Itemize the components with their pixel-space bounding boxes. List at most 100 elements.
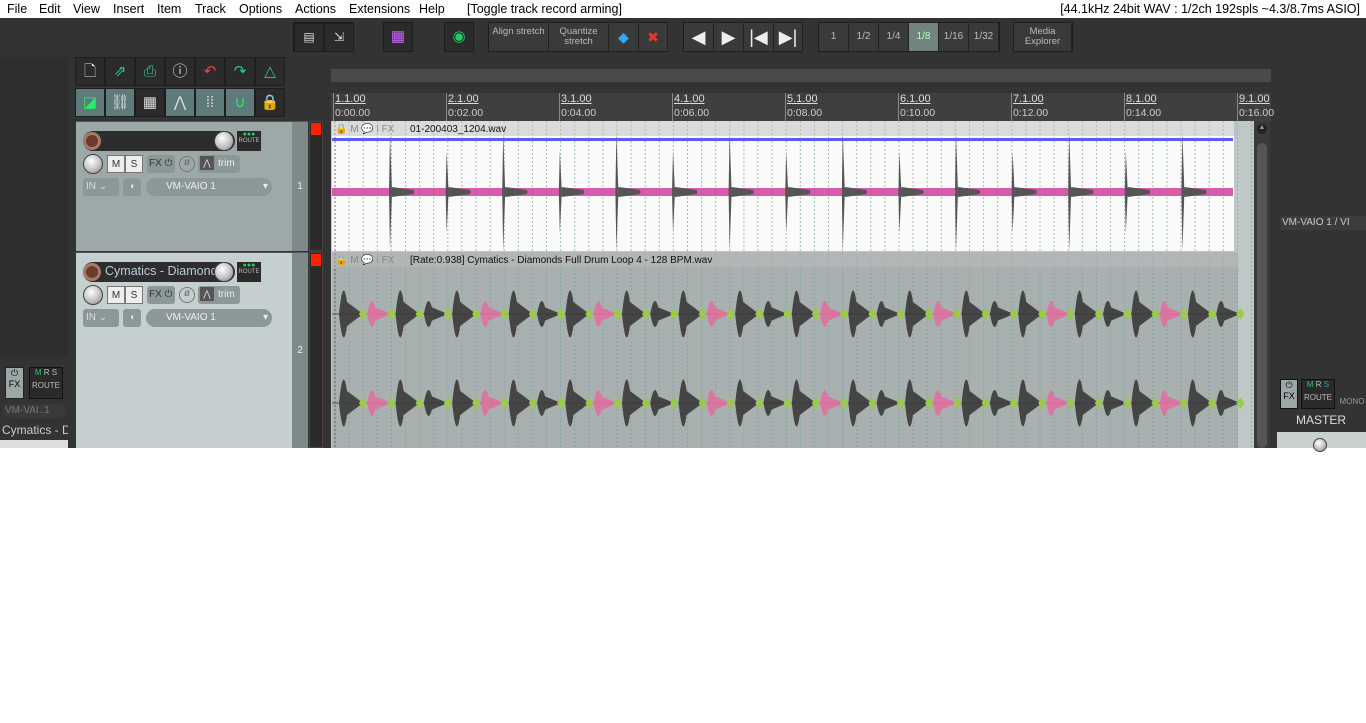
mixer-route-button[interactable]: M R S ROUTE bbox=[29, 367, 63, 399]
scroll-up-icon[interactable]: ▲ bbox=[1257, 124, 1267, 134]
master-label: MASTER bbox=[1295, 413, 1346, 427]
color-tracks-icon[interactable]: ▦ bbox=[383, 22, 413, 52]
menu-edit[interactable]: Edit bbox=[39, 2, 61, 16]
volume-knob[interactable] bbox=[214, 131, 234, 151]
pan-knob[interactable] bbox=[83, 285, 103, 305]
track-name-field[interactable] bbox=[83, 131, 235, 151]
mixer-fader-area[interactable] bbox=[0, 440, 68, 448]
grid-division-button[interactable]: 1/16 bbox=[939, 23, 969, 51]
mixer-fx-button[interactable]: ⏻ FX bbox=[5, 367, 24, 399]
grid-division-button[interactable]: 1 bbox=[819, 23, 849, 51]
record-arm-button[interactable] bbox=[83, 263, 101, 281]
monitor-icon[interactable]: ◖ bbox=[123, 178, 141, 196]
track-number[interactable]: 2 bbox=[292, 252, 308, 448]
master-volume-knob[interactable] bbox=[1313, 438, 1327, 452]
auto-crossfade-icon[interactable]: ◪ bbox=[75, 88, 105, 117]
clip-indicator[interactable] bbox=[311, 254, 321, 266]
output-select[interactable]: VM-VAIO 1 ▾ bbox=[146, 309, 272, 327]
menu-help[interactable]: Help bbox=[419, 2, 445, 16]
envelope-visibility-icon[interactable]: ◉ bbox=[444, 22, 474, 52]
grid-division-button[interactable]: 1/4 bbox=[879, 23, 909, 51]
menu-item[interactable]: Item bbox=[157, 2, 181, 16]
open-project-icon[interactable]: ⇗ bbox=[105, 57, 135, 86]
route-button[interactable]: ●●● ROUTE bbox=[237, 131, 261, 151]
master-mono-button[interactable]: MONO bbox=[1338, 379, 1366, 409]
grid-division-button[interactable]: 1/8 bbox=[909, 23, 939, 51]
phase-icon[interactable]: ø bbox=[179, 156, 195, 172]
item-grouping-icon[interactable]: ▦ bbox=[135, 88, 165, 117]
fx-button[interactable]: FX ⏻ bbox=[147, 286, 175, 304]
record-arm-button[interactable] bbox=[83, 132, 101, 150]
lock-icon[interactable]: 🔒 bbox=[255, 88, 285, 117]
align-stretch-button[interactable]: Align stretch bbox=[489, 23, 549, 51]
track-manager-icon[interactable]: ▤ bbox=[294, 23, 324, 52]
grid-division-button[interactable]: 1/32 bbox=[969, 23, 999, 51]
power-icon: ⏻ bbox=[10, 368, 19, 378]
scroll-thumb[interactable] bbox=[1257, 143, 1267, 448]
menu-extensions[interactable]: Extensions bbox=[349, 2, 410, 16]
input-select[interactable]: IN ⌄ bbox=[83, 178, 119, 196]
redo-icon[interactable]: ↷ bbox=[225, 57, 255, 86]
stretch-marker-add-icon[interactable]: ◆ bbox=[609, 23, 639, 51]
power-icon: ⏻ bbox=[164, 289, 173, 300]
menu-insert[interactable]: Insert bbox=[113, 2, 144, 16]
solo-button[interactable]: S bbox=[125, 286, 143, 304]
arrange-scrollbar-top[interactable] bbox=[331, 69, 1271, 82]
menu-track[interactable]: Track bbox=[195, 2, 226, 16]
track-name-field[interactable]: Cymatics - Diamonc bbox=[83, 262, 235, 282]
output-select[interactable]: VM-VAIO 1 ▾ bbox=[146, 178, 272, 196]
save-project-icon[interactable]: ⎙ bbox=[135, 57, 165, 86]
menu-file[interactable]: File bbox=[7, 2, 27, 16]
menu-actions[interactable]: Actions bbox=[295, 2, 336, 16]
grid-icon[interactable]: ⁞⁞ bbox=[195, 88, 225, 117]
envelope-points-move-icon[interactable]: ⋀ bbox=[165, 88, 195, 117]
monitor-icon[interactable]: ◖ bbox=[123, 309, 141, 327]
pan-knob[interactable] bbox=[83, 154, 103, 174]
ripple-edit-icon[interactable]: ⛓ bbox=[105, 88, 135, 117]
vertical-scrollbar[interactable]: ▲ bbox=[1254, 121, 1270, 448]
master-fx-button[interactable]: ⏻ FX bbox=[1280, 379, 1298, 409]
media-explorer-button[interactable]: Media Explorer bbox=[1014, 23, 1072, 51]
ruler-time-label: 0:08.00 bbox=[787, 107, 823, 119]
track-number[interactable]: 1 bbox=[292, 121, 308, 251]
master-output-select[interactable]: VM-VAIO 1 / VI bbox=[1280, 216, 1366, 230]
go-start-icon[interactable]: |◀ bbox=[744, 23, 774, 51]
snap-icon[interactable]: ∪ bbox=[225, 88, 255, 117]
menu-options[interactable]: Options bbox=[239, 2, 282, 16]
chevron-down-icon: ⌄ bbox=[98, 181, 108, 192]
project-settings-icon[interactable]: ⓘ bbox=[165, 57, 195, 86]
undo-icon[interactable]: ↶ bbox=[195, 57, 225, 86]
master-fader-area[interactable] bbox=[1277, 432, 1366, 452]
item-take-name: [Rate:0.938] Cymatics - Diamonds Full Dr… bbox=[410, 255, 712, 266]
timeline-ruler[interactable]: 1.1.00 0:00.00 2.1.00 0:02.00 3.1.00 0:0… bbox=[331, 93, 1274, 121]
phase-icon[interactable]: ø bbox=[179, 287, 195, 303]
track-name[interactable]: Cymatics - Diamonc bbox=[105, 264, 217, 278]
ruler-time-label: 0:00.00 bbox=[335, 107, 371, 119]
trim-envelope-button[interactable]: ⋀ trim bbox=[198, 155, 240, 173]
solo-button[interactable]: S bbox=[125, 155, 143, 173]
master-route-button[interactable]: M R S ROUTE bbox=[1301, 379, 1335, 409]
previous-icon[interactable]: ◀ bbox=[684, 23, 714, 51]
track-header-2[interactable]: Cymatics - Diamonc ●●● ROUTE M S FX ⏻ ø ⋀… bbox=[76, 252, 292, 448]
menu-view[interactable]: View bbox=[73, 2, 100, 16]
metronome-icon[interactable]: △ bbox=[255, 57, 285, 86]
clip-indicator[interactable] bbox=[311, 123, 321, 135]
trim-envelope-button[interactable]: ⋀ trim bbox=[198, 286, 240, 304]
quantize-stretch-button[interactable]: Quantize stretch bbox=[549, 23, 609, 51]
next-icon[interactable]: ▶ bbox=[714, 23, 744, 51]
mute-button[interactable]: M bbox=[107, 155, 125, 173]
stretch-marker-delete-icon[interactable]: ✖ bbox=[639, 23, 668, 51]
arrange-view[interactable]: 01-200403_1204.wav 🔒 M 💬 i FX [Rate:0.938]… bbox=[331, 121, 1254, 448]
new-project-icon[interactable]: 🗋 bbox=[75, 57, 105, 86]
audio-status[interactable]: [44.1kHz 24bit WAV : 1/2ch 192spls ~4.3/… bbox=[1060, 2, 1360, 16]
volume-knob[interactable] bbox=[214, 262, 234, 282]
input-select[interactable]: IN ⌄ bbox=[83, 309, 119, 327]
grid-division-button[interactable]: 1/2 bbox=[849, 23, 879, 51]
route-matrix-icon[interactable]: ⇲ bbox=[324, 23, 354, 52]
fx-button[interactable]: FX ⏻ bbox=[147, 155, 175, 173]
track-header-1[interactable]: ●●● ROUTE M S FX ⏻ ø ⋀ trim IN ⌄ ◖ VM-VAIO… bbox=[76, 121, 292, 251]
route-button[interactable]: ●●● ROUTE bbox=[237, 262, 261, 282]
mixer-output-select[interactable]: VM-VAI..1 bbox=[3, 404, 65, 418]
go-end-icon[interactable]: ▶| bbox=[774, 23, 803, 51]
mute-button[interactable]: M bbox=[107, 286, 125, 304]
